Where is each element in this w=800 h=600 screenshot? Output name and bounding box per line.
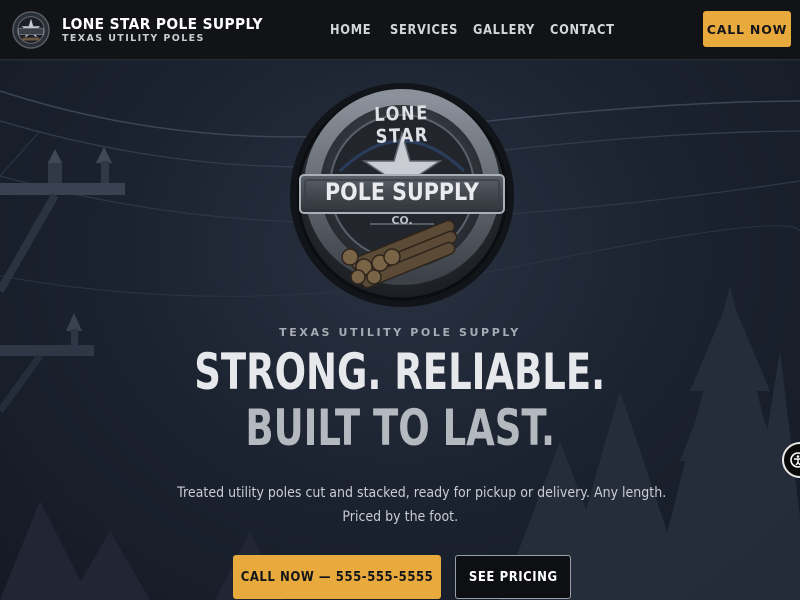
call-now-button[interactable]: CALL NOW: [703, 11, 791, 47]
accessibility-icon: [790, 452, 800, 468]
brand[interactable]: LONE STAR POLE SUPPLY TEXAS UTILITY POLE…: [12, 9, 280, 51]
hero-description-line-2: Priced by the foot.: [342, 509, 458, 525]
brand-tagline: TEXAS UTILITY POLES: [62, 32, 205, 44]
headline-line-1: STRONG. RELIABLE.: [194, 343, 606, 401]
emblem-main-text: POLE SUPPLY: [325, 178, 479, 206]
hero-description-line-1: Treated utility poles cut and stacked, r…: [177, 485, 667, 501]
emblem-sub-text: CO.: [391, 214, 413, 227]
hero-section: LONE STAR POLE SUPPLY CO. TEXAS UTILITY …: [0, 61, 800, 600]
brand-name: LONE STAR POLE SUPPLY: [62, 14, 263, 33]
nav-services[interactable]: SERVICES: [390, 23, 458, 38]
site-header: LONE STAR POLE SUPPLY TEXAS UTILITY POLE…: [0, 0, 800, 60]
hero-description: Treated utility poles cut and stacked, r…: [150, 481, 666, 529]
headline-line-2: BUILT TO LAST.: [245, 399, 555, 457]
star-badge-logo-icon: [12, 11, 50, 49]
hero-eyebrow: TEXAS UTILITY POLE SUPPLY: [279, 326, 521, 339]
nav-gallery[interactable]: GALLERY: [473, 23, 535, 38]
see-pricing-button[interactable]: SEE PRICING: [455, 555, 571, 599]
emblem-top-text: LONE STAR: [373, 102, 430, 148]
call-phone-button[interactable]: CALL NOW — 555-555-5555: [233, 555, 441, 599]
nav-contact[interactable]: CONTACT: [550, 23, 615, 38]
nav-home[interactable]: HOME: [330, 23, 371, 38]
